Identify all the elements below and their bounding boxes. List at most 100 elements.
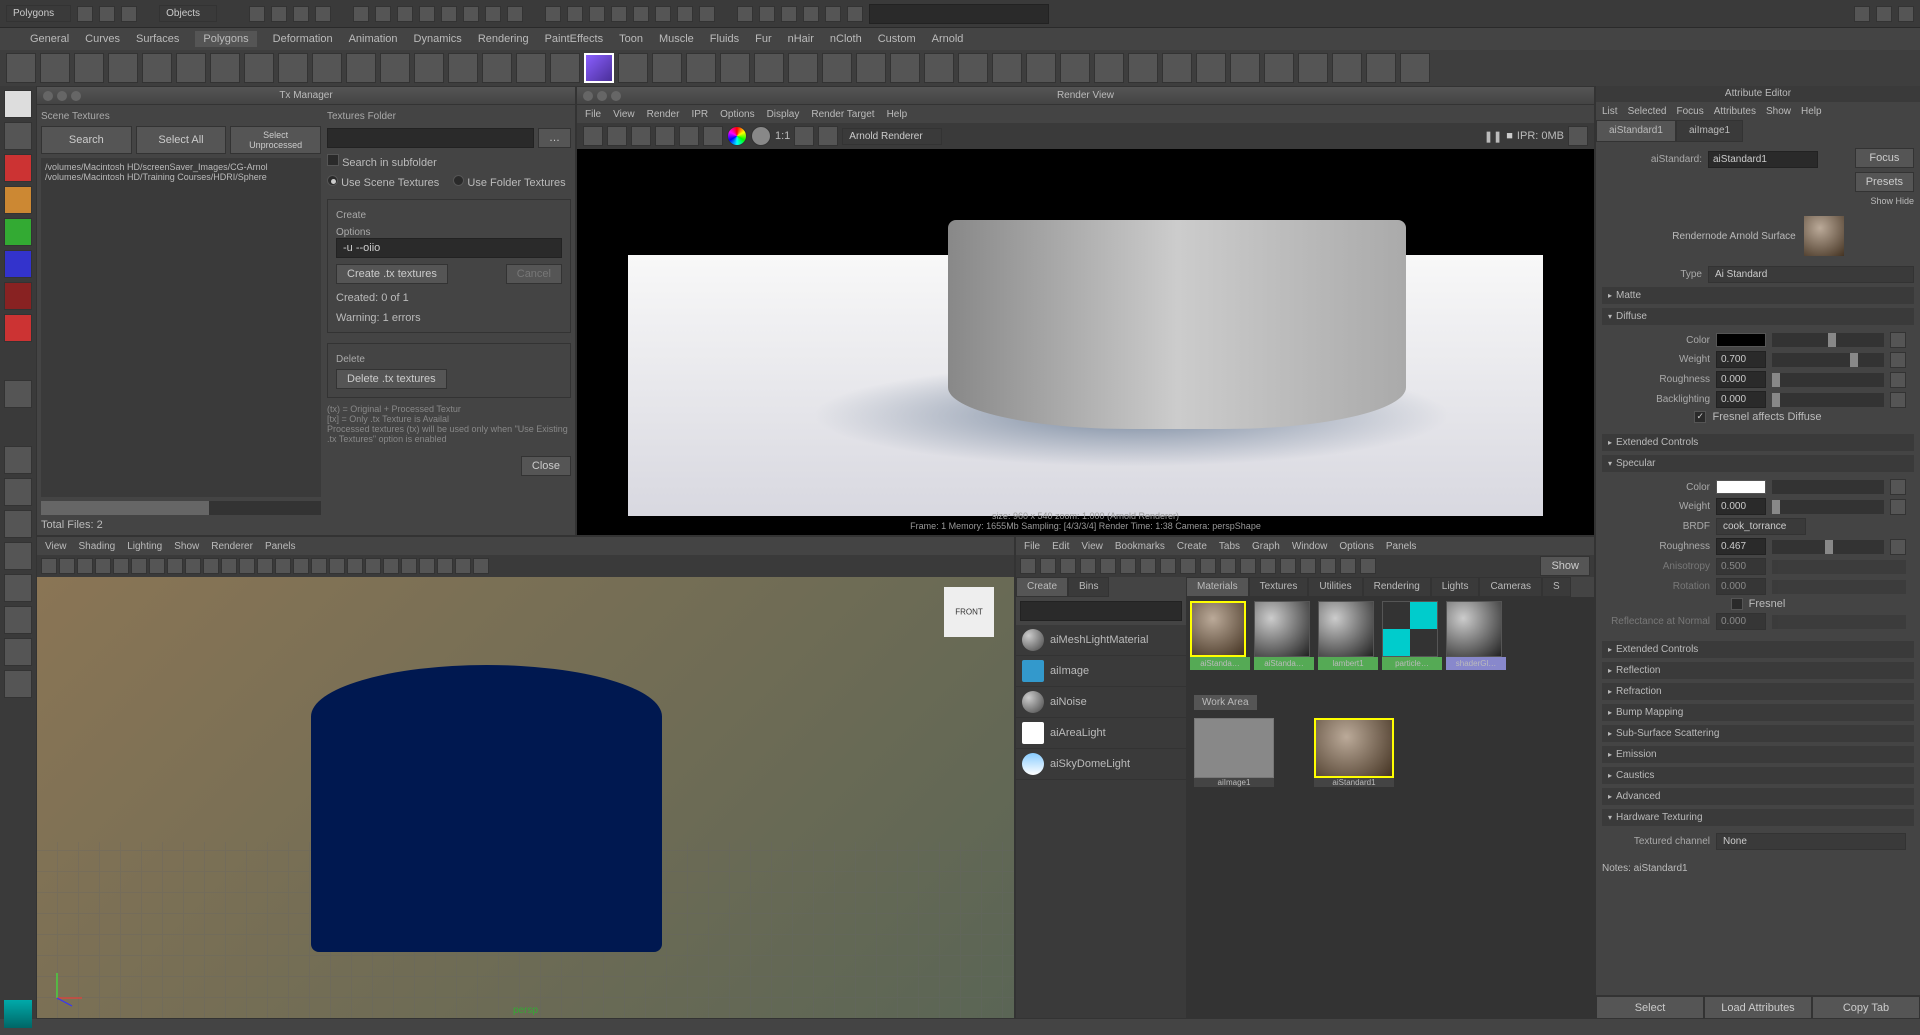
shelf-btn[interactable] [992, 53, 1022, 83]
shelf-btn[interactable] [108, 53, 138, 83]
render-canvas[interactable]: size: 960 x 540 zoom: 1.000 (Arnold Rend… [577, 149, 1594, 535]
tb-icon[interactable] [271, 6, 287, 22]
layout-icon[interactable] [4, 606, 32, 634]
vp-tool-icon[interactable] [221, 558, 237, 574]
hs-tool-icon[interactable] [1080, 558, 1096, 574]
graph-node[interactable]: aiImage1 [1194, 718, 1274, 787]
hs-tool-icon[interactable] [1220, 558, 1236, 574]
show-tool[interactable] [4, 314, 32, 342]
shelf-tab[interactable]: Animation [349, 33, 398, 45]
tb-icon[interactable] [249, 6, 265, 22]
tb-icon[interactable] [567, 6, 583, 22]
rv-menu-item[interactable]: View [613, 109, 635, 120]
hs-tool-icon[interactable] [1140, 558, 1156, 574]
vp-menu-item[interactable]: View [45, 541, 67, 552]
paint-tool[interactable] [4, 154, 32, 182]
browse-button[interactable]: … [538, 128, 571, 148]
hs-menu-item[interactable]: Graph [1252, 541, 1280, 552]
tb-icon[interactable] [375, 6, 391, 22]
tb-icon[interactable] [507, 6, 523, 22]
shelf-btn[interactable] [74, 53, 104, 83]
search-button[interactable]: Search [41, 126, 132, 154]
shelf-btn[interactable] [482, 53, 512, 83]
caustics-section[interactable]: Caustics [1602, 767, 1914, 784]
search-input[interactable] [869, 4, 1049, 24]
utilities-tab[interactable]: Utilities [1308, 577, 1362, 597]
hs-list-item[interactable]: aiNoise [1016, 687, 1186, 718]
ae-menu-item[interactable]: Help [1801, 106, 1822, 117]
hs-list-item[interactable]: aiMeshLightMaterial [1016, 625, 1186, 656]
tb-icon[interactable] [463, 6, 479, 22]
shelf-tab[interactable]: nHair [788, 33, 814, 45]
materials-tab[interactable]: Materials [1186, 577, 1249, 597]
shelf-btn[interactable] [1060, 53, 1090, 83]
weight-slider[interactable] [1772, 353, 1884, 367]
extended-section[interactable]: Extended Controls [1602, 434, 1914, 451]
textures-tab[interactable]: Textures [1249, 577, 1309, 597]
textures-folder-input[interactable] [327, 128, 534, 148]
app-logo-icon[interactable] [4, 1000, 32, 1031]
brdf-dropdown[interactable]: cook_torrance [1716, 518, 1806, 535]
layout-icon[interactable] [1876, 6, 1892, 22]
shelf-btn[interactable] [652, 53, 682, 83]
shelf-tab[interactable]: Fur [755, 33, 772, 45]
tb-icon[interactable] [633, 6, 649, 22]
select-tool[interactable] [4, 90, 32, 118]
hs-list-item[interactable]: aiImage [1016, 656, 1186, 687]
search-subfolder-checkbox[interactable] [327, 154, 339, 166]
hw-tex-section[interactable]: Hardware Texturing [1602, 809, 1914, 826]
shelf-btn[interactable] [142, 53, 172, 83]
move-tool[interactable] [4, 186, 32, 214]
texture-path[interactable]: /volumes/Macintosh HD/screenSaver_Images… [45, 162, 317, 172]
layout-icon[interactable] [4, 510, 32, 538]
matte-section[interactable]: Matte [1602, 287, 1914, 304]
ae-menu-item[interactable]: Attributes [1714, 106, 1756, 117]
shelf-tab[interactable]: General [30, 33, 69, 45]
shelf-btn[interactable] [278, 53, 308, 83]
cancel-button[interactable]: Cancel [506, 264, 562, 284]
stop-icon[interactable]: ■ [1506, 130, 1513, 142]
create-tab[interactable]: Create [1016, 577, 1068, 597]
close-dot[interactable] [43, 91, 53, 101]
use-scene-radio[interactable] [327, 175, 338, 186]
shelf-btn[interactable] [448, 53, 478, 83]
vp-tool-icon[interactable] [383, 558, 399, 574]
rv-menu-item[interactable]: Help [887, 109, 908, 120]
shelf-btn[interactable] [1026, 53, 1056, 83]
scrollbar[interactable] [41, 501, 321, 515]
shelf-btn[interactable] [40, 53, 70, 83]
presets-button[interactable]: Presets [1855, 172, 1914, 192]
shelf-btn[interactable] [822, 53, 852, 83]
layout-icon[interactable] [4, 638, 32, 666]
more-tab[interactable]: S [1542, 577, 1571, 597]
layout-icon[interactable] [1898, 6, 1914, 22]
diffuse-section[interactable]: Diffuse [1602, 308, 1914, 325]
select-unprocessed-button[interactable]: Select Unprocessed [230, 126, 321, 154]
vp-tool-icon[interactable] [293, 558, 309, 574]
vp-tool-icon[interactable] [347, 558, 363, 574]
rv-icon[interactable] [631, 126, 651, 146]
diffuse-color-swatch[interactable] [1716, 333, 1766, 347]
vp-tool-icon[interactable] [41, 558, 57, 574]
hs-tool-icon[interactable] [1200, 558, 1216, 574]
refraction-section[interactable]: Refraction [1602, 683, 1914, 700]
map-icon[interactable] [1890, 539, 1906, 555]
shelf-tab[interactable]: Rendering [478, 33, 529, 45]
tb-icon[interactable] [759, 6, 775, 22]
lights-tab[interactable]: Lights [1431, 577, 1480, 597]
rv-icon[interactable] [679, 126, 699, 146]
shelf-btn[interactable] [414, 53, 444, 83]
tex-channel-dropdown[interactable]: None [1716, 833, 1906, 850]
type-dropdown[interactable]: Ai Standard [1708, 266, 1914, 283]
shelf-btn[interactable] [788, 53, 818, 83]
rv-icon[interactable] [794, 126, 814, 146]
shelf-btn[interactable] [1298, 53, 1328, 83]
map-icon[interactable] [1890, 479, 1906, 495]
tb-icon[interactable] [589, 6, 605, 22]
shelf-tab[interactable]: Fluids [710, 33, 739, 45]
specular-section[interactable]: Specular [1602, 455, 1914, 472]
mode-dropdown[interactable]: Polygons [6, 5, 71, 22]
tb-icon[interactable] [655, 6, 671, 22]
min-dot[interactable] [57, 91, 67, 101]
scale-tool[interactable] [4, 250, 32, 278]
